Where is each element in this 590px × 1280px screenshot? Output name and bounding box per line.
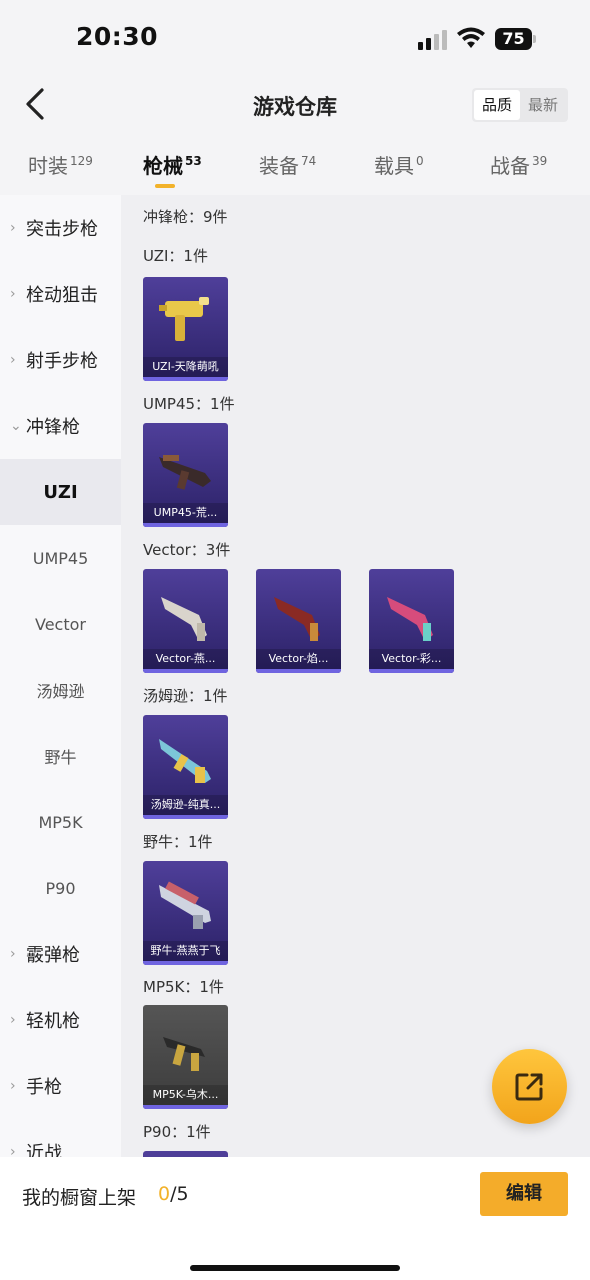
rarity-strip bbox=[143, 377, 228, 381]
weapon-name: UZI-天降萌吼 bbox=[143, 357, 228, 377]
chevron-right-icon: › bbox=[10, 946, 16, 962]
category-summary: 冲锋枪：9件 bbox=[143, 208, 228, 226]
weapon-name: Vector-彩... bbox=[369, 649, 454, 669]
weapon-card[interactable]: Vector-燕... bbox=[143, 569, 228, 673]
tab-count: 74 bbox=[301, 154, 317, 169]
sidebar-item-smg[interactable]: ⌄ 冲锋枪 bbox=[0, 393, 121, 459]
rarity-strip bbox=[143, 961, 228, 965]
group-title-thompson: 汤姆逊：1件 bbox=[143, 687, 228, 705]
sidebar-item-bizon[interactable]: 野牛 bbox=[0, 723, 121, 789]
smg-icon bbox=[274, 597, 320, 641]
sidebar-item-mp5k[interactable]: MP5K bbox=[0, 789, 121, 855]
chevron-right-icon: › bbox=[10, 1078, 16, 1094]
chevron-right-icon: › bbox=[10, 286, 16, 302]
weapon-name: 汤姆逊-纯真... bbox=[143, 795, 228, 815]
group-title-mp5k: MP5K：1件 bbox=[143, 978, 224, 996]
sidebar-item-bolt-sniper[interactable]: › 栓动狙击 bbox=[0, 261, 121, 327]
group-title-bizon: 野牛：1件 bbox=[143, 833, 213, 851]
tab-count: 39 bbox=[532, 154, 548, 169]
sort-by-newest-button[interactable]: 最新 bbox=[520, 90, 566, 120]
sidebar-item-uzi[interactable]: UZI bbox=[0, 459, 121, 525]
tab-supplies[interactable]: 战备 39 bbox=[490, 150, 547, 179]
smg-icon bbox=[387, 597, 433, 641]
tab-firearms[interactable]: 枪械 53 bbox=[143, 150, 202, 179]
sidebar-item-marksman-rifle[interactable]: › 射手步枪 bbox=[0, 327, 121, 393]
weapon-name: Vector-燕... bbox=[143, 649, 228, 669]
tab-count: 53 bbox=[185, 154, 202, 169]
status-bar: 20:30 75 bbox=[0, 0, 590, 70]
smg-icon bbox=[159, 739, 211, 783]
weapon-name: UMP45-荒... bbox=[143, 503, 228, 523]
tab-fashion[interactable]: 时装 129 bbox=[28, 150, 93, 179]
wifi-icon bbox=[457, 27, 485, 48]
smg-icon bbox=[159, 881, 211, 929]
group-title-p90: P90：1件 bbox=[143, 1123, 211, 1141]
rarity-strip bbox=[143, 815, 228, 819]
active-tab-indicator bbox=[155, 184, 175, 188]
weapon-card[interactable]: 野牛-燕燕于飞 bbox=[143, 861, 228, 965]
sort-by-quality-button[interactable]: 品质 bbox=[474, 90, 520, 120]
sidebar-item-melee[interactable]: › 近战 bbox=[0, 1119, 121, 1157]
smg-icon bbox=[161, 597, 207, 641]
edit-button[interactable]: 编辑 bbox=[480, 1172, 568, 1216]
share-button[interactable] bbox=[492, 1049, 567, 1124]
status-time: 20:30 bbox=[76, 22, 159, 51]
rarity-strip bbox=[143, 523, 228, 527]
sidebar-item-thompson[interactable]: 汤姆逊 bbox=[0, 657, 121, 723]
smg-icon bbox=[163, 1037, 205, 1071]
rarity-strip bbox=[256, 669, 341, 673]
sidebar-item-lmg[interactable]: › 轻机枪 bbox=[0, 987, 121, 1053]
weapon-card[interactable]: UMP45-荒... bbox=[143, 423, 228, 527]
shelf-label: 我的橱窗上架 bbox=[22, 1187, 137, 1209]
sidebar-item-assault-rifle[interactable]: › 突击步枪 bbox=[0, 195, 121, 261]
tab-count: 129 bbox=[70, 154, 93, 169]
tab-vehicles[interactable]: 载具 0 bbox=[374, 150, 424, 179]
tab-equipment[interactable]: 装备 74 bbox=[259, 150, 316, 179]
sort-toggle: 品质 最新 bbox=[472, 88, 568, 122]
weapon-card[interactable]: 汤姆逊-纯真... bbox=[143, 715, 228, 819]
weapon-name: Vector-焰... bbox=[256, 649, 341, 669]
home-indicator bbox=[190, 1265, 400, 1271]
group-title-vector: Vector：3件 bbox=[143, 541, 231, 559]
weapon-card[interactable]: Vector-彩... bbox=[369, 569, 454, 673]
sidebar-item-shotgun[interactable]: › 霰弹枪 bbox=[0, 921, 121, 987]
tab-count: 0 bbox=[416, 154, 424, 169]
weapon-card[interactable]: MP5K-乌木... bbox=[143, 1005, 228, 1109]
weapon-card[interactable]: UZI-天降萌吼 bbox=[143, 277, 228, 381]
category-tabs: 时装 129 枪械 53 装备 74 载具 0 战备 39 bbox=[0, 140, 590, 195]
shelf-count: 0/5 bbox=[158, 1183, 189, 1205]
rarity-strip bbox=[143, 669, 228, 673]
chevron-right-icon: › bbox=[10, 1012, 16, 1028]
smg-icon bbox=[159, 297, 209, 341]
weapon-name: 野牛-燕燕于飞 bbox=[143, 941, 228, 961]
header: 游戏仓库 品质 最新 bbox=[0, 70, 590, 140]
rarity-strip bbox=[143, 1105, 228, 1109]
group-title-ump45: UMP45：1件 bbox=[143, 395, 235, 413]
rarity-strip bbox=[369, 669, 454, 673]
battery-icon: 75 bbox=[495, 28, 537, 50]
chevron-right-icon: › bbox=[10, 352, 16, 368]
weapon-name: MP5K-乌木... bbox=[143, 1085, 228, 1105]
weapon-list: 冲锋枪：9件 UZI：1件 UZI-天降萌吼 UMP45：1件 UMP45-荒.… bbox=[121, 195, 590, 1157]
smg-icon bbox=[159, 455, 211, 490]
signal-icon bbox=[418, 28, 450, 50]
battery-level: 75 bbox=[502, 29, 525, 48]
chevron-right-icon: › bbox=[10, 1144, 16, 1157]
bottom-bar: 我的橱窗上架 0/5 编辑 bbox=[0, 1157, 590, 1280]
sidebar-item-ump45[interactable]: UMP45 bbox=[0, 525, 121, 591]
weapon-type-sidebar: › 突击步枪 › 栓动狙击 › 射手步枪 ⌄ 冲锋枪 UZI UMP45 Vector … bbox=[0, 195, 121, 1157]
sidebar-item-vector[interactable]: Vector bbox=[0, 591, 121, 657]
group-title-uzi: UZI：1件 bbox=[143, 247, 208, 265]
sidebar-item-p90[interactable]: P90 bbox=[0, 855, 121, 921]
sidebar-item-pistol[interactable]: › 手枪 bbox=[0, 1053, 121, 1119]
share-external-icon bbox=[515, 1073, 543, 1101]
chevron-right-icon: › bbox=[10, 220, 16, 236]
chevron-down-icon: ⌄ bbox=[10, 418, 22, 434]
weapon-card[interactable]: Vector-焰... bbox=[256, 569, 341, 673]
